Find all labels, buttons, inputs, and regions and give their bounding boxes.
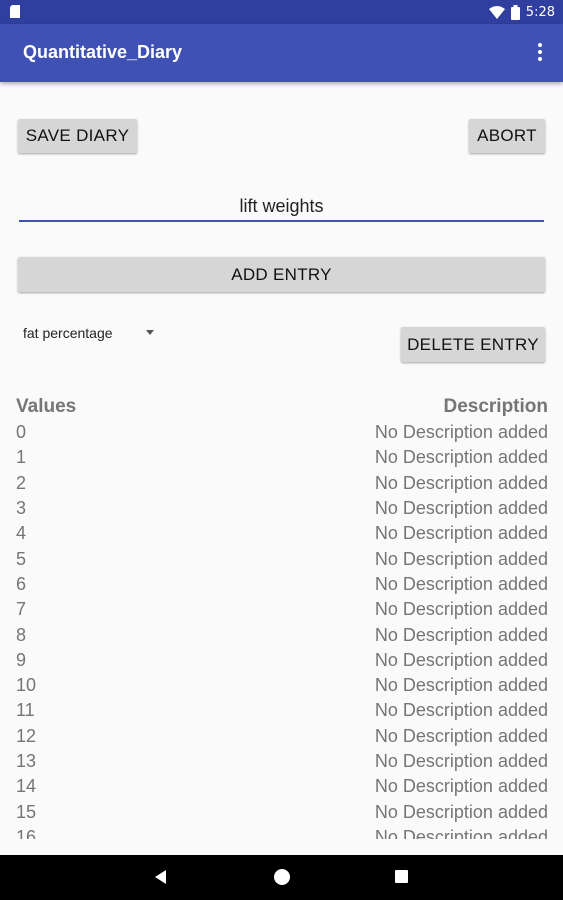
table-row: 1 No Description added (16, 445, 548, 470)
row-description: No Description added (374, 599, 548, 620)
values-header: Values (16, 396, 77, 417)
app-title: Quantitative_Diary (23, 42, 183, 62)
row-value: 11 (16, 700, 35, 721)
row-value: 12 (16, 725, 37, 746)
back-icon[interactable] (155, 870, 166, 884)
row-value: 16 (16, 826, 37, 839)
table-header: Values Description (16, 394, 548, 420)
delete-entry-button[interactable]: DELETE ENTRY (401, 327, 545, 362)
table-row: 8 No Description added (16, 622, 548, 647)
row-description: No Description added (374, 523, 548, 544)
table-row: 10 No Description added (16, 673, 548, 698)
wifi-icon (488, 5, 505, 19)
table-row: 7 No Description added (16, 597, 548, 622)
row-value: 6 (16, 573, 27, 594)
recent-apps-icon[interactable] (395, 870, 408, 883)
row-value: 15 (16, 801, 37, 822)
table-row: 9 No Description added (16, 648, 548, 673)
row-description: No Description added (374, 422, 548, 443)
row-description: No Description added (374, 498, 548, 519)
row-value: 10 (16, 675, 37, 696)
table-row: 11 No Description added (16, 698, 548, 723)
table-row: 3 No Description added (16, 496, 548, 521)
row-description: No Description added (374, 624, 548, 645)
table-row: 5 No Description added (16, 546, 548, 571)
overflow-menu-icon[interactable] (537, 43, 543, 63)
home-icon[interactable] (274, 869, 290, 885)
table-row: 12 No Description added (16, 724, 548, 749)
status-bar: 5:28 (0, 0, 563, 24)
app-bar: Quantitative_Diary (0, 24, 563, 82)
row-description: No Description added (374, 548, 548, 569)
abort-button[interactable]: ABORT (469, 119, 545, 153)
row-value: 14 (16, 776, 37, 797)
row-description: No Description added (374, 826, 548, 839)
status-time: 5:28 (525, 4, 555, 20)
battery-icon (510, 4, 520, 20)
entries-table[interactable]: Values Description 0 No Description added… (16, 394, 548, 839)
spinner-selected-label: fat percentage (23, 325, 113, 341)
row-description: No Description added (374, 751, 548, 771)
row-value: 0 (16, 422, 27, 443)
table-row: 16 No Description added (16, 825, 548, 839)
dropdown-arrow-icon (146, 330, 154, 335)
row-value: 5 (16, 548, 27, 569)
table-row: 2 No Description added (16, 471, 548, 496)
row-description: No Description added (374, 700, 548, 721)
navigation-bar (0, 855, 563, 900)
description-header: Description (443, 396, 548, 417)
row-description: No Description added (374, 675, 548, 696)
table-row: 14 No Description added (16, 774, 548, 799)
row-description: No Description added (374, 776, 548, 797)
row-description: No Description added (374, 472, 548, 493)
table-row: 6 No Description added (16, 572, 548, 597)
table-rows: 0 No Description added 1 No Description add… (16, 420, 548, 839)
row-value: 4 (16, 523, 27, 544)
table-row: 15 No Description added (16, 799, 548, 824)
row-description: No Description added (374, 649, 548, 670)
row-value: 1 (16, 447, 27, 468)
entry-spinner[interactable]: fat percentage (23, 322, 163, 344)
row-value: 3 (16, 498, 27, 519)
row-description: No Description added (374, 801, 548, 822)
row-description: No Description added (374, 573, 548, 594)
row-value: 13 (16, 751, 37, 771)
row-value: 8 (16, 624, 27, 645)
sim-card-icon (10, 5, 20, 18)
row-description: No Description added (374, 725, 548, 746)
entry-name-input[interactable] (19, 192, 544, 222)
table-row: 4 No Description added (16, 521, 548, 546)
table-row: 13 No Description added (16, 749, 548, 774)
save-diary-button[interactable]: SAVE DIARY (18, 119, 137, 153)
table-row: 0 No Description added (16, 420, 548, 445)
row-value: 7 (16, 599, 27, 620)
row-value: 2 (16, 472, 27, 493)
row-description: No Description added (374, 447, 548, 468)
row-value: 9 (16, 649, 27, 670)
add-entry-button[interactable]: ADD ENTRY (18, 257, 545, 292)
